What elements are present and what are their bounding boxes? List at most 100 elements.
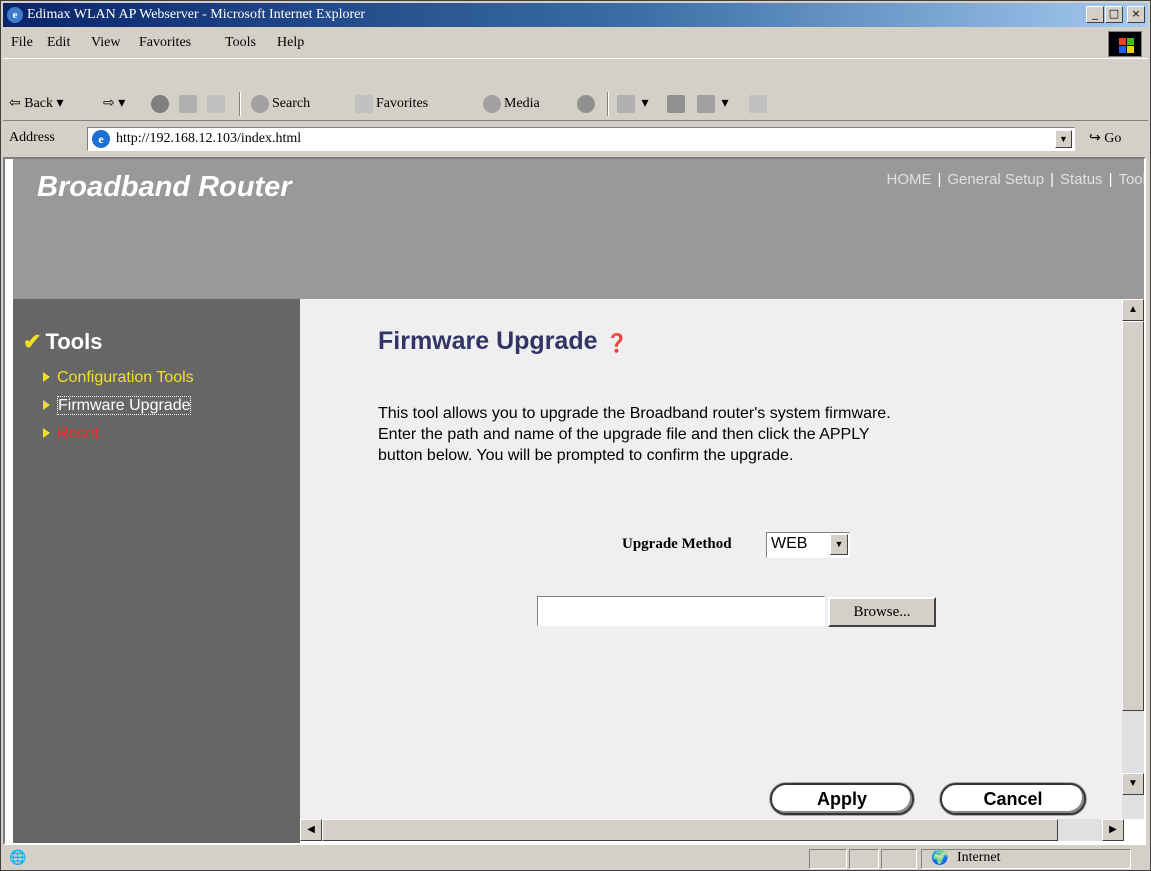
favorites-icon bbox=[355, 95, 373, 113]
menu-edit[interactable]: Edit bbox=[47, 35, 70, 51]
horizontal-scroll-thumb[interactable] bbox=[322, 819, 1058, 841]
sidebar-item-reset[interactable]: Reset bbox=[43, 425, 99, 443]
menu-favorites[interactable]: Favorites bbox=[139, 35, 191, 51]
page-status-icon: 🌐 bbox=[9, 851, 27, 866]
back-label: ⇦ Back bbox=[9, 96, 53, 111]
address-label: Address bbox=[9, 130, 55, 145]
arrow-icon bbox=[43, 428, 50, 438]
print-icon[interactable] bbox=[667, 95, 688, 113]
menu-bar: File Edit View Favorites Tools Help bbox=[3, 29, 1148, 59]
forward-label: ⇨ bbox=[103, 96, 115, 111]
upgrade-method-value: WEB bbox=[771, 535, 808, 552]
description-line: Enter the path and name of the upgrade f… bbox=[378, 426, 870, 443]
windows-logo-icon bbox=[1108, 31, 1142, 57]
history-icon[interactable] bbox=[577, 95, 598, 113]
minimize-button[interactable]: _ bbox=[1086, 6, 1104, 23]
sidebar-item-firmware-upgrade[interactable]: Firmware Upgrade bbox=[43, 396, 192, 415]
mail-icon[interactable]: ▾ bbox=[617, 95, 649, 113]
security-zone bbox=[921, 849, 1131, 869]
status-cell bbox=[809, 849, 847, 869]
scroll-down-icon[interactable]: ▼ bbox=[1122, 773, 1144, 795]
description-line: This tool allows you to upgrade the Broa… bbox=[378, 405, 891, 422]
refresh-icon[interactable] bbox=[179, 95, 200, 113]
description-line: button below. You will be prompted to co… bbox=[378, 447, 794, 464]
maximize-button[interactable]: □ bbox=[1105, 6, 1123, 23]
close-button[interactable]: × bbox=[1127, 6, 1145, 23]
ie-icon: e bbox=[7, 7, 23, 23]
nav-status[interactable]: Status bbox=[1060, 171, 1103, 188]
status-cell bbox=[849, 849, 879, 869]
upgrade-method-label: Upgrade Method bbox=[622, 536, 732, 552]
page-title-text: Firmware Upgrade bbox=[378, 327, 598, 355]
toolbar-separator bbox=[239, 92, 241, 116]
search-label: Search bbox=[272, 96, 311, 112]
file-path-input[interactable] bbox=[537, 596, 825, 626]
media-label: Media bbox=[504, 96, 540, 112]
arrow-icon bbox=[43, 400, 50, 410]
sidebar-item-label: Firmware Upgrade bbox=[57, 396, 192, 415]
sidebar-item-label: Configuration Tools bbox=[57, 369, 194, 386]
menu-tools[interactable]: Tools bbox=[225, 35, 256, 51]
title-bar: e Edimax WLAN AP Webserver - Microsoft I… bbox=[3, 3, 1148, 27]
address-input[interactable]: e http://192.168.12.103/index.html ▼ bbox=[87, 127, 1075, 151]
cancel-button[interactable]: Cancel bbox=[940, 783, 1086, 815]
menu-view[interactable]: View bbox=[91, 35, 120, 51]
help-icon[interactable]: ❓ bbox=[606, 333, 628, 354]
search-button[interactable]: Search bbox=[251, 95, 310, 113]
address-bar: Address e http://192.168.12.103/index.ht… bbox=[3, 123, 1148, 155]
sidebar-item-label: Reset bbox=[57, 425, 99, 442]
globe-icon: 🌍 bbox=[931, 851, 949, 866]
go-label: Go bbox=[1104, 131, 1122, 146]
brand-title: Broadband Router bbox=[37, 171, 292, 203]
menu-help[interactable]: Help bbox=[277, 35, 304, 51]
home-icon[interactable] bbox=[207, 95, 228, 113]
sidebar: ✔ Tools Configuration Tools Firmware Upgr… bbox=[13, 299, 300, 843]
window-title: Edimax WLAN AP Webserver - Microsoft Int… bbox=[27, 7, 366, 22]
scroll-up-icon[interactable]: ▲ bbox=[1122, 299, 1144, 321]
page-viewport: Broadband Router HOME | General Setup | Stat… bbox=[3, 157, 1146, 845]
nav-tool[interactable]: Tool bbox=[1118, 171, 1144, 188]
stop-icon[interactable] bbox=[151, 95, 172, 113]
sidebar-item-configuration-tools[interactable]: Configuration Tools bbox=[43, 369, 194, 387]
discuss-icon[interactable] bbox=[749, 95, 770, 113]
apply-button[interactable]: Apply bbox=[770, 783, 914, 815]
sidebar-title-text: Tools bbox=[45, 329, 103, 354]
media-button[interactable]: Media bbox=[483, 95, 540, 113]
forward-button[interactable]: ⇨ ▾ bbox=[103, 95, 125, 112]
nav-general-setup[interactable]: General Setup bbox=[947, 171, 1044, 188]
page-header: Broadband Router HOME | General Setup | Stat… bbox=[13, 159, 1146, 299]
zone-label: Internet bbox=[957, 850, 1001, 865]
description: This tool allows you to upgrade the Broa… bbox=[378, 403, 1058, 466]
media-icon bbox=[483, 95, 501, 113]
back-button[interactable]: ⇦ Back ▾ bbox=[9, 95, 64, 112]
go-button[interactable]: ↪ Go bbox=[1089, 130, 1121, 147]
address-url: http://192.168.12.103/index.html bbox=[116, 131, 302, 146]
favorites-button[interactable]: Favorites bbox=[355, 95, 428, 113]
scroll-right-icon[interactable]: ▶ bbox=[1102, 819, 1124, 841]
vertical-scrollbar[interactable]: ▲ ▼ bbox=[1122, 299, 1144, 819]
favorites-label: Favorites bbox=[376, 96, 429, 112]
top-nav: HOME | General Setup | Status | Tool bbox=[886, 171, 1146, 188]
status-cell bbox=[881, 849, 917, 869]
arrow-icon bbox=[43, 372, 50, 382]
vertical-scroll-thumb[interactable] bbox=[1122, 321, 1144, 711]
edit-icon[interactable]: ▾ bbox=[697, 95, 729, 113]
browse-button[interactable]: Browse... bbox=[828, 597, 936, 627]
dropdown-arrow-icon[interactable]: ▼ bbox=[830, 534, 848, 555]
check-icon: ✔ bbox=[23, 329, 42, 354]
upgrade-method-select[interactable]: WEB ▼ bbox=[766, 532, 850, 558]
status-bar: 🌐 🌍 Internet bbox=[3, 847, 1148, 870]
browser-window: e Edimax WLAN AP Webserver - Microsoft I… bbox=[0, 0, 1151, 871]
main-content: Firmware Upgrade ❓ This tool allows you t… bbox=[300, 299, 1124, 819]
menu-file[interactable]: File bbox=[11, 35, 33, 51]
scroll-left-icon[interactable]: ◀ bbox=[300, 819, 322, 841]
toolbar: ⇦ Back ▾ ⇨ ▾ Search Favorites Media ▾ ▾ bbox=[3, 87, 1148, 121]
horizontal-scrollbar[interactable]: ◀ ▶ bbox=[300, 819, 1124, 841]
ie-page-icon: e bbox=[92, 130, 110, 148]
address-dropdown-icon[interactable]: ▼ bbox=[1055, 130, 1072, 148]
search-icon bbox=[251, 95, 269, 113]
page-title: Firmware Upgrade ❓ bbox=[378, 327, 628, 356]
sidebar-title: ✔ Tools bbox=[23, 329, 102, 355]
toolbar-separator bbox=[607, 92, 609, 116]
nav-home[interactable]: HOME bbox=[886, 171, 931, 188]
